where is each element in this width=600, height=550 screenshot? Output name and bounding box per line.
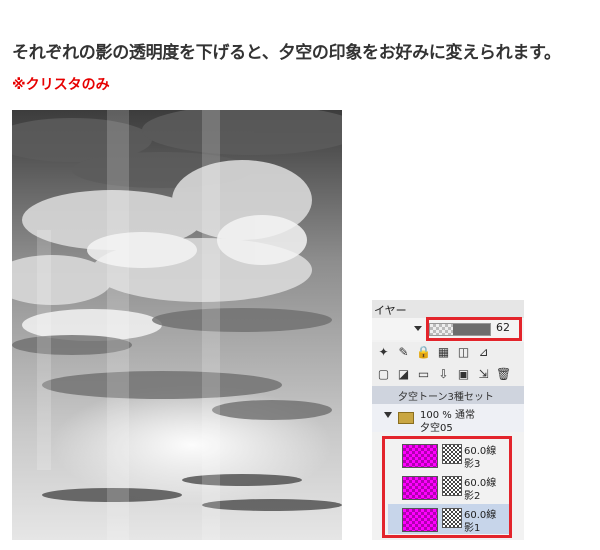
layer-set-header[interactable]: 夕空トーン3種セット [372, 386, 524, 404]
merge-icon[interactable]: ⇲ [476, 367, 491, 382]
layer-toolbar-bottom: ▢ ◪ ▭ ⇩ ▣ ⇲ 🗑 [372, 364, 524, 386]
shadow-layers-highlight-box [382, 436, 512, 538]
chevron-down-icon[interactable] [414, 326, 422, 331]
transfer-icon[interactable]: ⇩ [436, 367, 451, 382]
folder-icon[interactable]: ▭ [416, 367, 431, 382]
page-heading: それぞれの影の透明度を下げると、夕空の印象をお好みに変えられます。 [12, 43, 561, 63]
pencil-icon[interactable]: ✎ [396, 345, 411, 360]
ruler-icon[interactable]: ⊿ [476, 345, 491, 360]
sky-illustration [12, 110, 342, 540]
lock-icon[interactable]: 🔒 [416, 345, 431, 360]
folder-name: 夕空05 [420, 423, 453, 434]
new-layer-icon[interactable]: ▢ [376, 367, 391, 382]
sparkle-icon[interactable]: ✦ [376, 345, 391, 360]
mask-icon[interactable]: ▣ [456, 367, 471, 382]
folder-layer-row[interactable]: 100 % 通常 夕空05 [372, 404, 524, 434]
opacity-highlight-box [426, 317, 522, 341]
layer-panel: イヤー 62 ✦ ✎ 🔒 ▦ ◫ ⊿ ▢ ◪ ▭ ⇩ ▣ ⇲ 🗑 夕空トーン3種セット 100 % 通… [372, 300, 524, 540]
lock-transparent-icon[interactable]: ▦ [436, 345, 451, 360]
folder-icon [398, 412, 414, 424]
reference-icon[interactable]: ◫ [456, 345, 471, 360]
clip-studio-only-note: ※クリスタのみ [12, 77, 110, 93]
new-vector-icon[interactable]: ◪ [396, 367, 411, 382]
layer-toolbar-top: ✦ ✎ 🔒 ▦ ◫ ⊿ [372, 342, 524, 364]
trash-icon[interactable]: 🗑 [496, 367, 511, 382]
expand-triangle-icon[interactable] [384, 412, 392, 418]
